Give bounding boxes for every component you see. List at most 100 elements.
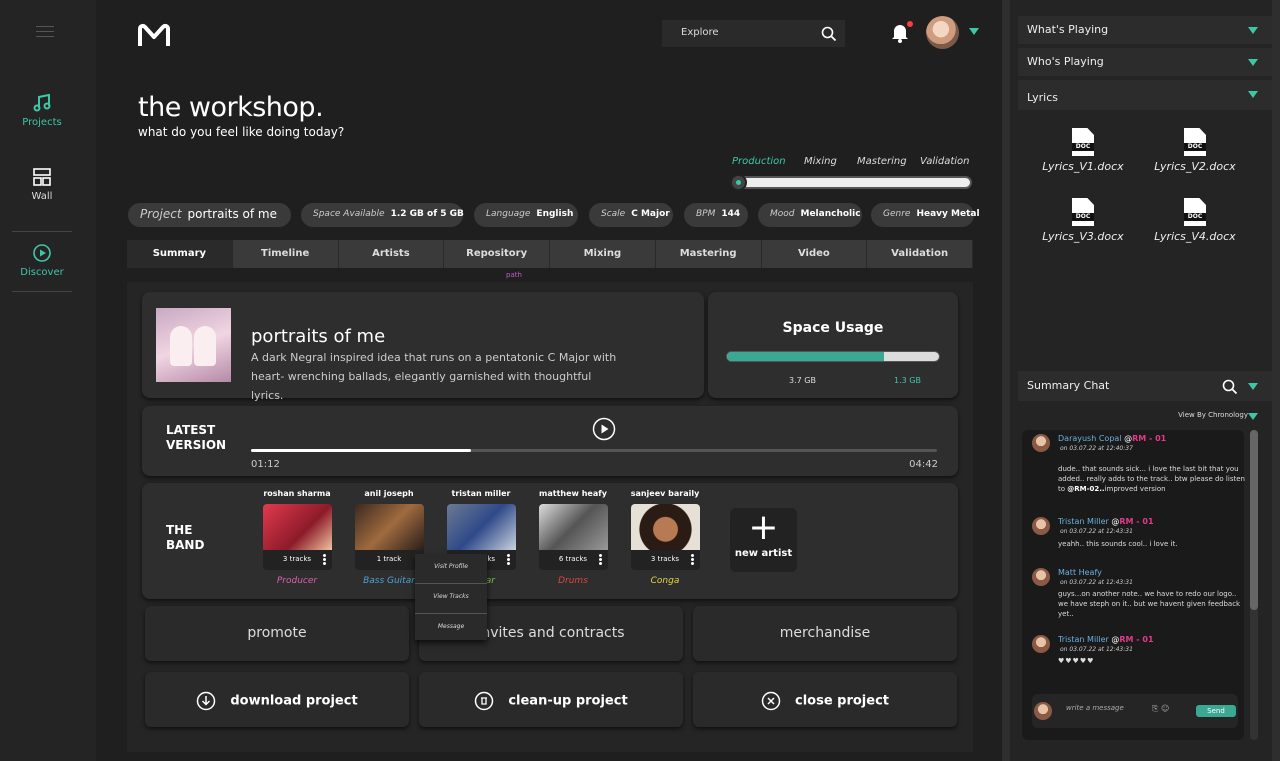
stage-production[interactable]: Production [732, 156, 786, 167]
member-context-menu: Visit Profile View Tracks Message [415, 554, 487, 640]
language-pill: Language English [474, 203, 578, 227]
lyrics-header[interactable]: Lyrics [1018, 80, 1272, 110]
summary-chat-header[interactable]: Summary Chat [1018, 371, 1272, 401]
nav-item-discover[interactable]: Discover [12, 243, 72, 278]
menu-item-message[interactable]: Message [415, 614, 487, 644]
member-role: Producer [276, 576, 318, 586]
lyrics-file[interactable]: DOC Lyrics_V2.docx [1150, 128, 1240, 173]
notifications-button[interactable] [889, 21, 913, 47]
mention-tag[interactable]: RM - 01 [1119, 635, 1153, 644]
nav-item-wall[interactable]: Wall [12, 167, 72, 202]
right-panel: What's Playing Who's Playing Lyrics DOC … [1010, 0, 1272, 761]
search-icon[interactable] [1222, 379, 1238, 395]
lyrics-filename: Lyrics_V2.docx [1154, 160, 1236, 173]
track-count: 6 tracks [558, 555, 588, 563]
tab-mastering[interactable]: Mastering [655, 240, 762, 268]
lyrics-file[interactable]: DOC Lyrics_V3.docx [1038, 198, 1128, 243]
close-icon [761, 691, 781, 711]
space-label: Space Available [313, 209, 385, 219]
mention-tag[interactable]: RM - 01 [1132, 434, 1166, 443]
nav-item-label: Discover [20, 267, 64, 278]
bpm-pill: BPM 144 [684, 203, 748, 227]
send-button[interactable]: Send [1196, 705, 1236, 717]
playback-progress [251, 449, 471, 452]
search-icon[interactable] [821, 26, 837, 42]
play-icon[interactable] [592, 417, 616, 441]
menu-icon[interactable] [36, 26, 54, 38]
band-member[interactable]: sanjeev baraily 3 tracks Conga [630, 489, 700, 586]
stage-mixing[interactable]: Mixing [804, 156, 837, 167]
chevron-down-icon[interactable] [1248, 413, 1258, 420]
author-name[interactable]: Tristan Miller [1058, 635, 1109, 644]
member-role: Conga [650, 576, 680, 586]
band-member[interactable]: matthew heafy 6 tracks Drums [538, 489, 608, 586]
tab-repository[interactable]: Repository [444, 240, 550, 268]
chevron-down-icon[interactable] [1248, 59, 1258, 66]
more-options-icon[interactable] [598, 554, 602, 566]
space-usage-title: Space Usage [782, 320, 884, 336]
tab-validation[interactable]: Validation [867, 240, 973, 268]
genre-pill: Genre Heavy Metal [871, 203, 980, 227]
stage-validation[interactable]: Validation [920, 156, 970, 167]
latest-version-card: LATEST VERSION 01:12 04:42 [142, 406, 958, 476]
space-free: 1.3 GB [894, 376, 921, 385]
promote-button[interactable]: promote [145, 606, 409, 661]
menu-item-view-tracks[interactable]: View Tracks [415, 584, 487, 614]
search-box[interactable]: Explore [662, 20, 845, 47]
author-name[interactable]: Darayush Copal [1058, 434, 1122, 443]
band-label-line2: BAND [166, 538, 205, 552]
tab-summary[interactable]: Summary [127, 240, 233, 268]
lyrics-file[interactable]: DOC Lyrics_V4.docx [1150, 198, 1240, 243]
more-options-icon[interactable] [690, 554, 694, 566]
message-time: on 03.07.22 at 12:43:31 [1060, 579, 1133, 586]
message-mention[interactable]: @RM-02.. [1067, 485, 1104, 493]
more-options-icon[interactable] [506, 554, 510, 566]
tab-mixing[interactable]: Mixing [550, 240, 656, 268]
search-input[interactable]: Explore [681, 27, 719, 38]
band-label-line1: THE [166, 523, 193, 537]
tab-video[interactable]: Video [761, 240, 868, 268]
message-text: guys...on another note.. we have to redo… [1058, 590, 1241, 618]
tab-artists[interactable]: Artists [338, 240, 445, 268]
nav-item-projects[interactable]: Projects [12, 93, 72, 128]
app-logo-icon[interactable] [136, 22, 172, 50]
window-edge [1272, 0, 1280, 761]
band-label: THE BAND [166, 523, 204, 553]
whos-playing-header[interactable]: Who's Playing [1018, 48, 1272, 76]
playback-track[interactable] [251, 449, 937, 452]
band-member[interactable]: anil joseph 1 track Bass Guitar [354, 489, 424, 586]
author-name[interactable]: Matt Heafy [1058, 568, 1102, 577]
band-member[interactable]: roshan sharma 3 tracks Producer [262, 489, 332, 586]
panel-gutter [1002, 0, 1010, 761]
merchandise-button[interactable]: merchandise [693, 606, 957, 661]
close-project-button[interactable]: close project [693, 672, 957, 727]
stage-slider[interactable] [730, 174, 972, 191]
message-input[interactable]: write a message [1066, 704, 1124, 712]
stage-slider-handle[interactable] [730, 174, 747, 191]
user-avatar[interactable] [926, 16, 959, 49]
attach-emoji-icon[interactable]: ⎘ ☺ [1152, 704, 1169, 714]
download-project-button[interactable]: download project [145, 672, 409, 727]
stage-mastering[interactable]: Mastering [857, 156, 907, 167]
mention-tag[interactable]: RM - 01 [1119, 517, 1153, 526]
chronology-filter[interactable]: View By Chronology [1178, 411, 1248, 419]
cleanup-project-button[interactable]: clean-up project [419, 672, 683, 727]
menu-item-visit-profile[interactable]: Visit Profile [415, 554, 487, 584]
language-label: Language [486, 209, 531, 219]
message-text: yeahh.. this sounds cool.. i love it. [1058, 540, 1178, 548]
tab-timeline[interactable]: Timeline [232, 240, 339, 268]
mood-label: Mood [770, 209, 795, 219]
chat-scrollbar[interactable] [1250, 430, 1258, 740]
scroll-thumb[interactable] [1250, 430, 1258, 610]
chevron-down-icon[interactable] [1248, 27, 1258, 34]
whats-playing-header[interactable]: What's Playing [1018, 16, 1272, 44]
chevron-down-icon[interactable] [1248, 91, 1258, 98]
lyrics-file[interactable]: DOC Lyrics_V1.docx [1038, 128, 1128, 173]
chevron-down-icon[interactable] [1248, 383, 1258, 390]
more-options-icon[interactable] [322, 554, 326, 566]
add-artist-button[interactable]: + new artist [730, 508, 797, 572]
member-tracks: 1 track [354, 550, 424, 570]
author-name[interactable]: Tristan Miller [1058, 517, 1109, 526]
nav-divider [12, 231, 72, 232]
chevron-down-icon[interactable] [969, 28, 979, 35]
